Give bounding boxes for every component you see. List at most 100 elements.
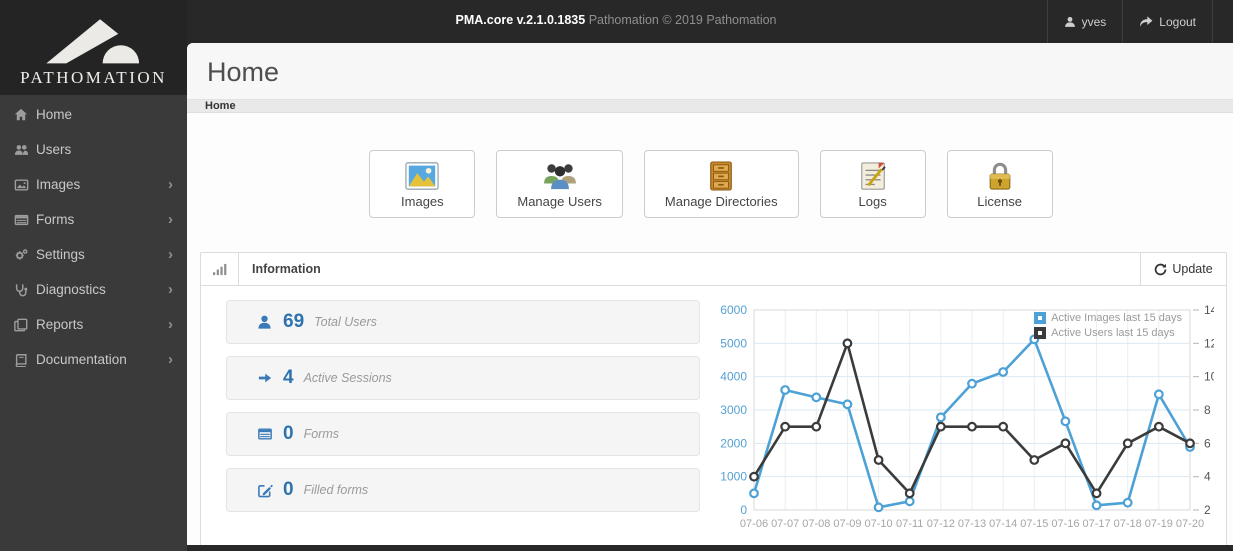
sidebar-item-home[interactable]: Home: [0, 97, 187, 132]
sidebar-item-label: Home: [36, 107, 73, 122]
update-label: Update: [1172, 262, 1213, 276]
stat-label: Forms: [303, 427, 339, 441]
chart-bars-icon: [213, 263, 227, 275]
action-label: Manage Directories: [664, 193, 778, 209]
sidebar-item-forms[interactable]: Forms ›: [0, 202, 187, 237]
stat-value: 0: [283, 479, 294, 500]
legend-label: Active Images last 15 days: [1051, 312, 1182, 324]
stat-total-users: 69 Total Users: [226, 300, 700, 344]
svg-text:07-20: 07-20: [1176, 518, 1204, 530]
chevron-right-icon: ›: [168, 351, 173, 368]
logs-notepad-icon: [860, 161, 886, 190]
topbar: PMA.core v.2.1.0.1835 Pathomation © 2019…: [187, 0, 1233, 43]
stat-label: Active Sessions: [303, 371, 392, 385]
information-panel-header: Information Update: [201, 253, 1226, 286]
svg-text:07-16: 07-16: [1051, 518, 1079, 530]
svg-text:07-13: 07-13: [958, 518, 986, 530]
users-icon: [14, 143, 36, 157]
brand-logo[interactable]: PATHOMATION: [0, 0, 187, 95]
sidebar-item-label: Users: [36, 142, 72, 157]
chevron-right-icon: ›: [168, 246, 173, 263]
svg-text:6: 6: [1204, 436, 1211, 450]
stat-active-sessions: 4 Active Sessions: [226, 356, 700, 400]
sidebar-item-users[interactable]: Users: [0, 132, 187, 167]
svg-text:8: 8: [1204, 403, 1211, 417]
stat-label: Total Users: [314, 315, 377, 329]
stat-value: 69: [283, 311, 305, 332]
arrow-right-icon: [257, 371, 275, 385]
action-label: Logs: [858, 193, 887, 209]
svg-text:4000: 4000: [720, 370, 747, 384]
images-icon: [14, 178, 36, 192]
legend-label: Active Users last 15 days: [1051, 327, 1175, 339]
manage-users-button[interactable]: Manage Users: [496, 150, 623, 218]
images-button[interactable]: Images: [369, 150, 476, 218]
svg-text:14: 14: [1204, 303, 1214, 317]
panel-title: Information: [252, 262, 321, 276]
app-version-strong: PMA.core v.2.1.0.1835: [455, 13, 586, 27]
sidebar-item-diagnostics[interactable]: Diagnostics ›: [0, 272, 187, 307]
panel-icon-cell: [201, 253, 239, 285]
svg-text:3000: 3000: [720, 403, 747, 417]
svg-text:10: 10: [1204, 370, 1214, 384]
chevron-right-icon: ›: [168, 316, 173, 333]
form-table-icon: [257, 427, 275, 441]
sidebar-item-settings[interactable]: Settings ›: [0, 237, 187, 272]
main-column: PMA.core v.2.1.0.1835 Pathomation © 2019…: [187, 0, 1233, 551]
manage-users-icon: [543, 163, 576, 189]
sidebar-item-label: Settings: [36, 247, 85, 262]
chart-legend: Active Images last 15 days Active Users l…: [1034, 312, 1182, 339]
sidebar-item-label: Forms: [36, 212, 75, 227]
reports-copy-icon: [14, 318, 36, 332]
logs-button[interactable]: Logs: [819, 150, 926, 218]
pathomation-logo-icon: [45, 18, 139, 63]
update-button[interactable]: Update: [1140, 253, 1226, 285]
user-icon: [257, 314, 275, 330]
svg-text:5000: 5000: [720, 336, 747, 350]
breadcrumb-home[interactable]: Home: [205, 100, 236, 112]
current-user-button[interactable]: yves: [1046, 0, 1123, 43]
svg-text:07-19: 07-19: [1145, 518, 1173, 530]
app-version-title: PMA.core v.2.1.0.1835 Pathomation © 2019…: [455, 13, 776, 27]
license-button[interactable]: License: [946, 150, 1053, 218]
breadcrumb: Home: [187, 99, 1233, 113]
refresh-icon: [1155, 263, 1167, 275]
chart-area: 0 1000 2000 3000 4000 5000 6000 2 4 6 8 10 12 14 07-06…: [700, 300, 1217, 539]
page-card: Home Home Images Manage Users Manage Dir…: [187, 43, 1233, 545]
chevron-right-icon: ›: [168, 176, 173, 193]
svg-text:1000: 1000: [720, 470, 747, 484]
svg-text:07-18: 07-18: [1114, 518, 1142, 530]
user-icon: [1064, 16, 1075, 27]
svg-text:07-17: 07-17: [1083, 518, 1111, 530]
chevron-right-icon: ›: [168, 281, 173, 298]
quick-actions-row: Images Manage Users Manage Directories L…: [187, 150, 1233, 218]
manage-directories-icon: [710, 160, 733, 191]
page-content: Images Manage Users Manage Directories L…: [187, 113, 1233, 545]
sidebar: PATHOMATION Home Users Images › Forms › …: [0, 0, 187, 551]
svg-text:0: 0: [740, 503, 747, 517]
stat-filled-forms: 0 Filled forms: [226, 468, 700, 512]
sidebar-item-documentation[interactable]: Documentation ›: [0, 342, 187, 377]
app-copyright: Pathomation © 2019 Pathomation: [588, 13, 777, 27]
svg-text:07-10: 07-10: [865, 518, 893, 530]
brand-name: PATHOMATION: [20, 67, 167, 87]
information-panel: Information Update 69 Total Users 4 Acti…: [200, 252, 1227, 545]
svg-text:07-08: 07-08: [802, 518, 830, 530]
sidebar-item-reports[interactable]: Reports ›: [0, 307, 187, 342]
edit-pencil-icon: [257, 483, 275, 498]
logout-label: Logout: [1159, 14, 1196, 29]
svg-text:07-12: 07-12: [927, 518, 955, 530]
svg-text:2000: 2000: [720, 436, 747, 450]
svg-text:07-07: 07-07: [771, 518, 799, 530]
svg-text:6000: 6000: [720, 303, 747, 317]
sidebar-item-images[interactable]: Images ›: [0, 167, 187, 202]
action-label: Manage Users: [517, 193, 602, 209]
logout-button[interactable]: Logout: [1122, 0, 1213, 43]
action-label: License: [977, 193, 1023, 209]
current-user-label: yves: [1081, 14, 1107, 29]
sidebar-item-label: Diagnostics: [36, 282, 106, 297]
action-label: Images: [401, 193, 444, 209]
svg-text:12: 12: [1204, 336, 1214, 350]
manage-directories-button[interactable]: Manage Directories: [643, 150, 799, 218]
stats-column: 69 Total Users 4 Active Sessions 0 Forms…: [226, 300, 700, 539]
